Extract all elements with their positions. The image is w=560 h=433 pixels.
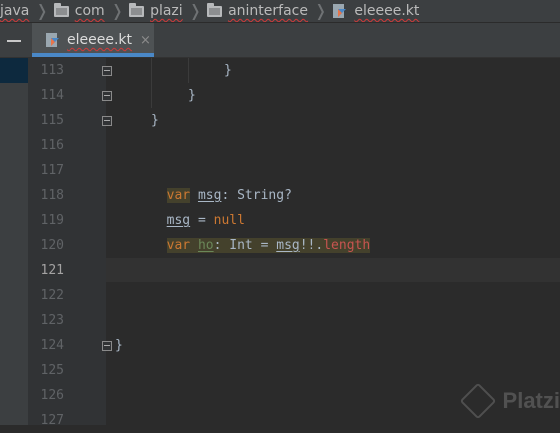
caret-row-highlight	[106, 258, 560, 282]
active-tab-indicator	[32, 53, 154, 57]
code-line[interactable]: msg = null	[151, 183, 245, 228]
breadcrumb-separator-icon: ❭	[110, 1, 125, 20]
folder-icon	[53, 2, 69, 17]
line-number: 126	[40, 388, 64, 403]
breadcrumb-aninterface[interactable]: aninterface	[207, 0, 308, 22]
breadcrumb-com[interactable]: com	[53, 0, 105, 22]
property-token: length	[323, 238, 371, 253]
code-line[interactable]: }	[224, 58, 232, 83]
code-line[interactable]: var ho: Int = msg!!.length	[151, 208, 371, 253]
breadcrumb-label: eleeee.kt	[354, 3, 420, 19]
breadcrumb-separator-icon: ❭	[35, 1, 49, 20]
operator-token: !!.	[299, 238, 324, 253]
tool-window-strip	[0, 58, 28, 425]
folder-icon	[207, 2, 223, 17]
keyword-token: var	[166, 238, 191, 253]
breadcrumb-separator-icon: ❭	[313, 1, 328, 20]
close-icon[interactable]: ×	[140, 33, 151, 48]
line-number: 125	[40, 363, 64, 378]
tab-eleeee-kt[interactable]: eleeee.kt ×	[32, 23, 154, 57]
indent-guide	[188, 58, 189, 83]
type-token: : Int =	[213, 238, 277, 253]
line-number: 124	[40, 338, 64, 353]
fold-marker-icon[interactable]	[102, 116, 112, 126]
watermark-text: Platzi	[502, 388, 560, 413]
variable-token: msg	[276, 238, 300, 253]
breadcrumb-label: com	[74, 3, 105, 19]
code-line[interactable]: }	[188, 83, 196, 108]
minimize-icon[interactable]	[7, 40, 21, 42]
code-line[interactable]: }	[115, 333, 123, 358]
breadcrumb-label: aninterface	[228, 3, 308, 19]
breadcrumb: java ❭ com ❭ plazi ❭ aninterface ❭ eleee…	[0, 0, 560, 23]
breadcrumb-file[interactable]: eleeee.kt	[332, 0, 419, 22]
indent-guide	[151, 58, 152, 108]
kotlin-file-icon	[332, 3, 348, 19]
fold-marker-icon[interactable]	[102, 66, 112, 76]
watermark: Platzi	[459, 382, 560, 420]
fold-marker-icon[interactable]	[102, 341, 112, 351]
code-line[interactable]: var msg: String?	[151, 158, 292, 203]
line-number: 122	[40, 288, 64, 303]
line-number: 123	[40, 313, 64, 328]
line-number: 117	[40, 163, 64, 178]
tab-label: eleeee.kt	[67, 32, 133, 48]
editor-tab-bar: eleeee.kt ×	[0, 23, 560, 58]
breadcrumb-java[interactable]: java	[0, 0, 29, 22]
fold-marker-icon[interactable]	[102, 91, 112, 101]
line-number: 113	[40, 63, 64, 78]
kotlin-file-icon	[45, 32, 61, 48]
breadcrumb-label: java	[0, 3, 30, 19]
line-number-current: 121	[40, 263, 64, 278]
line-number: 115	[40, 113, 64, 128]
line-number: 120	[40, 238, 64, 253]
line-number: 116	[40, 138, 64, 153]
code-line[interactable]: }	[151, 108, 159, 133]
breadcrumb-plazi[interactable]: plazi	[129, 0, 183, 22]
breadcrumb-label: plazi	[150, 3, 183, 19]
line-number: 119	[40, 213, 64, 228]
variable-token: ho	[197, 238, 214, 253]
line-number: 127	[40, 413, 64, 428]
tool-window-selection	[0, 58, 28, 83]
line-number: 118	[40, 188, 64, 203]
folder-icon	[129, 2, 145, 17]
platzi-logo-icon	[459, 382, 496, 420]
breadcrumb-separator-icon: ❭	[188, 1, 203, 20]
line-number: 114	[40, 88, 64, 103]
